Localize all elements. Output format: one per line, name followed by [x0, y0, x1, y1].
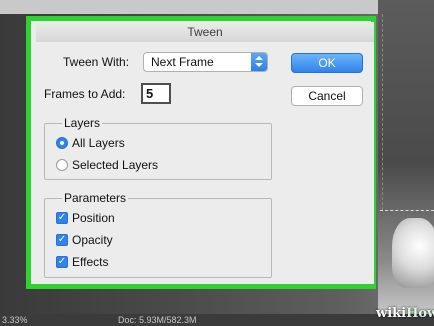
- position-label[interactable]: Position: [72, 211, 115, 225]
- tween-with-value: Next Frame: [151, 55, 214, 69]
- updown-arrows-icon: [251, 53, 267, 71]
- all-layers-label[interactable]: All Layers: [72, 136, 125, 150]
- cancel-button[interactable]: Cancel: [291, 86, 363, 106]
- selection-marquee-horizontal: [380, 210, 434, 211]
- effects-label[interactable]: Effects: [72, 255, 108, 269]
- selected-layers-label[interactable]: Selected Layers: [72, 158, 158, 172]
- effects-checkbox[interactable]: ✓: [56, 256, 68, 268]
- selection-marquee-vertical: [382, 14, 383, 210]
- ok-button[interactable]: OK: [291, 53, 363, 73]
- all-layers-radio[interactable]: [56, 137, 68, 149]
- doc-size: Doc: 5.93M/582.3M: [118, 315, 197, 325]
- zoom-level: 3.33%: [2, 315, 28, 325]
- frames-to-add-label: Frames to Add:: [44, 87, 126, 101]
- watermark-suffix: How: [406, 306, 434, 321]
- layers-group-title: Layers: [62, 116, 103, 130]
- opacity-checkbox[interactable]: ✓: [56, 234, 68, 246]
- opacity-label[interactable]: Opacity: [72, 233, 113, 247]
- tween-with-select[interactable]: Next Frame: [143, 52, 268, 72]
- selected-layers-radio[interactable]: [56, 159, 68, 171]
- position-checkbox[interactable]: ✓: [56, 212, 68, 224]
- tween-with-label: Tween With:: [63, 55, 130, 69]
- dialog-title: Tween: [36, 22, 374, 43]
- editor-top-strip: [0, 0, 434, 14]
- frames-to-add-input[interactable]: 5: [141, 83, 171, 104]
- parameters-group-title: Parameters: [62, 191, 129, 205]
- checkmark-icon: ✓: [57, 256, 67, 267]
- status-bar: 3.33% Doc: 5.93M/582.3M: [0, 314, 434, 326]
- photo-object: [392, 218, 434, 288]
- wikihow-watermark: wikiHow: [376, 306, 434, 321]
- watermark-prefix: wiki: [376, 306, 407, 321]
- checkmark-icon: ✓: [57, 212, 67, 223]
- checkmark-icon: ✓: [57, 234, 67, 245]
